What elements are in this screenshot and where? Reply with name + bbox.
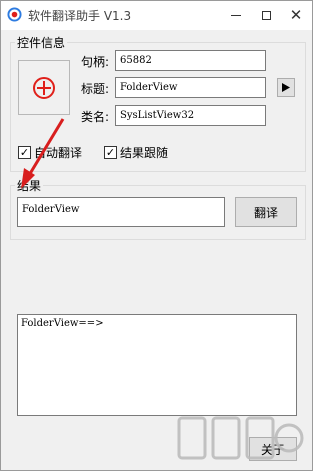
app-window: 软件翻译助手 V1.3 ✕ 控件信息 句柄: 65882 标题: FolderV… (0, 0, 313, 471)
annotation-arrow (21, 118, 65, 189)
